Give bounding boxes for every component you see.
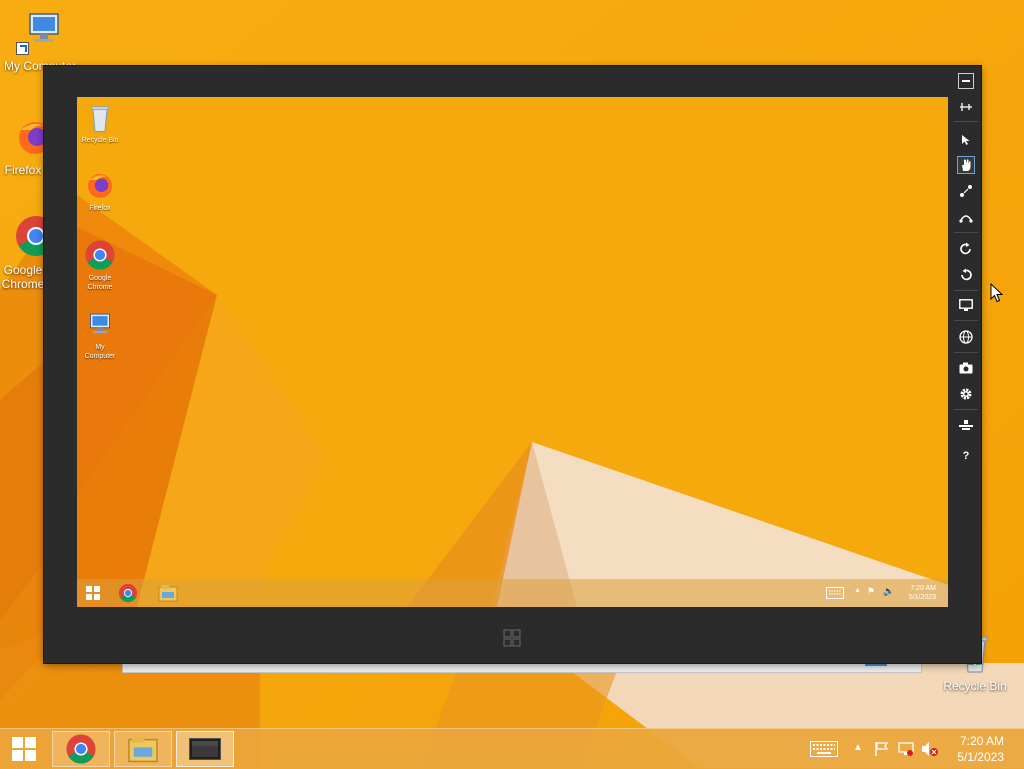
rotate-counterclockwise-icon — [961, 268, 972, 281]
desktop-icon-google-chrome[interactable]: Google Chrome — [0, 214, 46, 291]
globe-icon — [959, 330, 973, 344]
pointer-tool-button[interactable] — [957, 131, 975, 149]
pin-button[interactable] — [957, 98, 975, 116]
taskbar-chrome-button[interactable] — [52, 731, 110, 767]
desktop-icon-label: Google Chrome — [1, 263, 45, 291]
share-icon — [959, 420, 973, 430]
pinch-tool-button[interactable] — [957, 182, 975, 200]
hand-tool-button[interactable] — [957, 156, 975, 174]
rotate-clockwise-button[interactable] — [957, 240, 975, 258]
chrome-icon — [66, 734, 96, 764]
file-explorer-icon[interactable] — [158, 584, 178, 602]
remote-icon-label: Google Chrome — [87, 275, 113, 291]
remote-clock-date: 5/1/2023 — [908, 594, 936, 601]
show-hidden-icon[interactable]: ▲ — [853, 742, 863, 753]
remote-desktop-icon-recycle-bin[interactable]: Recycle Bin — [77, 103, 125, 145]
host-clock[interactable]: 7:20 AM 5/1/2023 — [957, 733, 1004, 765]
network-button[interactable] — [957, 328, 975, 346]
host-taskbar: ▲ 7:20 AM 5/1/2023 — [0, 728, 1024, 769]
remote-clock-time: 7:20 AM — [910, 585, 936, 592]
firefox-icon — [19, 122, 46, 154]
gear-icon — [960, 388, 972, 400]
keyboard-icon[interactable] — [826, 587, 844, 599]
pin-icon — [960, 103, 972, 111]
recycle-bin-icon — [91, 106, 109, 133]
remote-taskbar: ▲ ⚑ 🔈 7:20 AM 5/1/2023 — [77, 579, 948, 607]
show-hidden-icon[interactable]: ▲ — [854, 587, 861, 594]
firefox-icon — [88, 174, 112, 198]
desktop-icon-label: Recycle Bin — [943, 679, 1007, 693]
minimize-icon — [958, 73, 974, 89]
taskbar-remote-desktop-button[interactable] — [176, 731, 234, 767]
remote-device-window: Recycle Bin Firefox Google Chrome My Com… — [44, 66, 981, 663]
swipe-icon — [959, 215, 973, 223]
rotate-counterclockwise-button[interactable] — [957, 266, 975, 284]
remote-screen-icon — [189, 738, 221, 760]
host-clock-time: 7:20 AM — [959, 734, 1004, 748]
share-button[interactable] — [957, 416, 975, 434]
host-clock-date: 5/1/2023 — [957, 750, 1004, 764]
resolution-button[interactable] — [957, 296, 975, 314]
chrome-icon — [85, 240, 115, 270]
remote-icon-label: My Computer — [84, 344, 116, 360]
taskbar-file-explorer-button[interactable] — [114, 731, 172, 767]
background-window-edge — [122, 662, 922, 673]
hand-icon — [962, 159, 971, 171]
action-center-flag-icon[interactable] — [874, 741, 890, 757]
remote-desktop-icon-my-computer[interactable]: My Computer — [77, 310, 125, 361]
swipe-tool-button[interactable] — [957, 208, 975, 226]
network-icon[interactable] — [898, 741, 914, 757]
volume-muted-icon[interactable] — [921, 741, 939, 757]
start-button[interactable] — [4, 731, 44, 767]
windows-hardware-button-icon[interactable] — [503, 629, 521, 647]
remote-desktop-icon-firefox[interactable]: Firefox — [77, 171, 125, 213]
windows-start-icon — [12, 737, 36, 761]
volume-icon[interactable]: 🔈 — [883, 586, 894, 597]
remote-desktop-icon-google-chrome[interactable]: Google Chrome — [77, 239, 125, 292]
desktop-icon-label: Firefox — [4, 163, 42, 177]
desktop-icon-my-computer[interactable]: My Computer — [0, 10, 80, 73]
minimize-button[interactable] — [957, 72, 975, 90]
rotate-clockwise-icon — [960, 242, 971, 255]
mouse-cursor-icon — [990, 283, 1004, 303]
remote-icon-label: Firefox — [89, 205, 111, 212]
remote-screen[interactable]: Recycle Bin Firefox Google Chrome My Com… — [77, 97, 948, 607]
chrome-icon[interactable] — [118, 583, 138, 603]
windows-start-icon[interactable] — [85, 585, 101, 601]
file-explorer-icon — [128, 736, 158, 763]
remote-icon-label: Recycle Bin — [81, 137, 119, 144]
shortcut-arrow-icon — [16, 42, 29, 55]
computer-icon — [89, 313, 111, 334]
camera-icon — [959, 362, 973, 374]
chrome-icon — [16, 216, 46, 256]
pointer-icon — [962, 135, 970, 145]
settings-button[interactable] — [957, 385, 975, 403]
emulator-toolbar: ? — [951, 66, 981, 663]
remote-wallpaper — [77, 97, 948, 607]
monitor-icon — [959, 298, 973, 311]
desktop-icon-firefox[interactable]: Firefox — [0, 118, 46, 177]
pinch-icon — [960, 185, 972, 197]
keyboard-icon[interactable] — [810, 741, 838, 757]
help-button[interactable]: ? — [957, 447, 975, 465]
help-icon: ? — [962, 450, 970, 462]
remote-clock[interactable]: 7:20 AM 5/1/2023 — [909, 584, 936, 602]
screenshot-button[interactable] — [957, 359, 975, 377]
action-center-flag-icon[interactable]: ⚑ — [867, 586, 875, 597]
